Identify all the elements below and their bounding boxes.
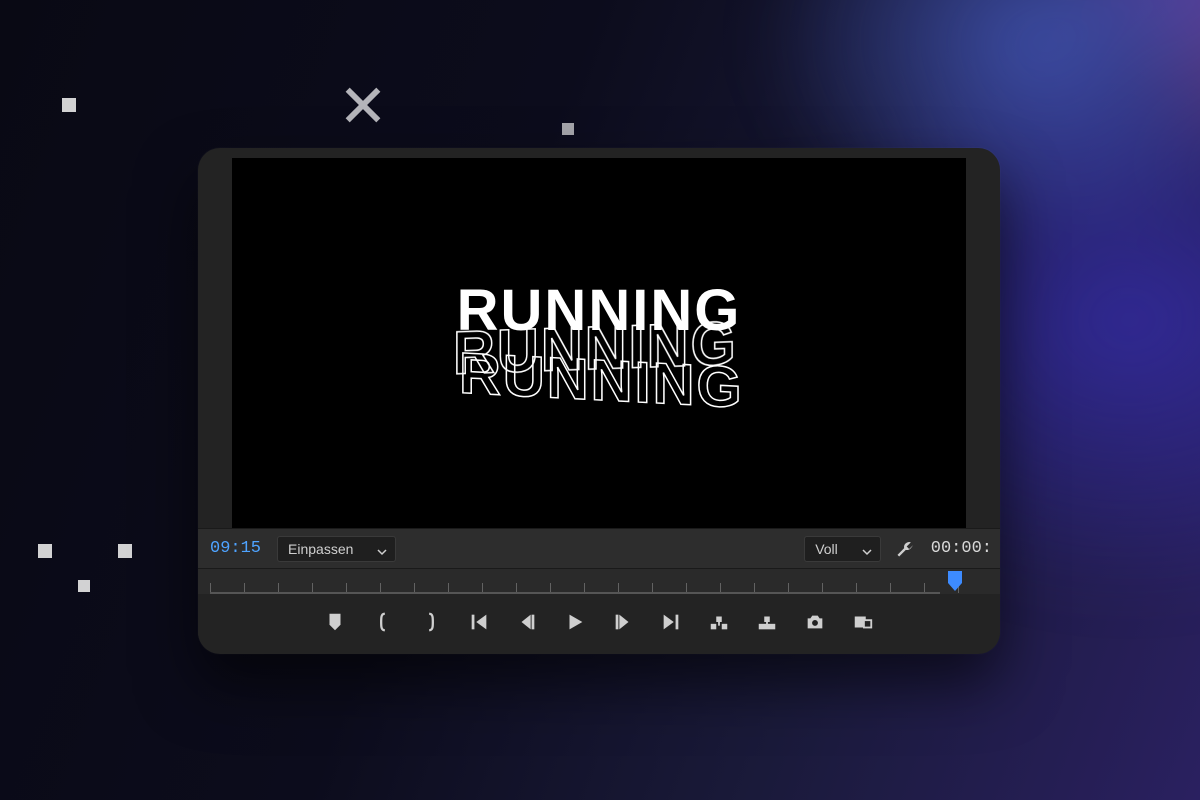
step-back-button[interactable] [516, 611, 538, 633]
chevron-down-icon [377, 544, 387, 554]
go-to-in-button[interactable] [468, 611, 490, 633]
close-icon [340, 82, 386, 128]
decorative-square [562, 123, 574, 135]
overwrite-button[interactable] [756, 611, 778, 633]
video-preview-viewport: RUNNING RUNNING RUNNING [232, 158, 966, 528]
monitor-control-bar: 09:15 Einpassen Voll 00:00: [198, 528, 1000, 568]
duration-timecode[interactable]: 00:00: [929, 539, 994, 558]
decorative-square [38, 544, 52, 558]
export-frame-button[interactable] [804, 611, 826, 633]
insert-button[interactable] [708, 611, 730, 633]
program-monitor-panel: RUNNING RUNNING RUNNING 09:15 Einpassen … [198, 148, 1000, 654]
mark-in-button[interactable] [372, 611, 394, 633]
step-forward-button[interactable] [612, 611, 634, 633]
resolution-label: Voll [815, 541, 838, 557]
preview-title-main: RUNNING [457, 282, 742, 340]
preview-title-outline: RUNNING [459, 351, 744, 412]
play-button[interactable] [564, 611, 586, 633]
current-timecode[interactable]: 09:15 [204, 539, 267, 558]
zoom-level-label: Einpassen [288, 541, 353, 557]
chevron-down-icon [862, 544, 872, 554]
ruler-scroll-track [210, 592, 940, 594]
go-to-out-button[interactable] [660, 611, 682, 633]
timeline-ruler[interactable] [198, 568, 1000, 594]
decorative-square [62, 98, 76, 112]
resolution-dropdown[interactable]: Voll [804, 536, 881, 562]
decorative-square [78, 580, 90, 592]
decorative-square [118, 544, 132, 558]
settings-wrench-icon[interactable] [891, 539, 919, 559]
comparison-view-button[interactable] [852, 611, 874, 633]
zoom-level-dropdown[interactable]: Einpassen [277, 536, 396, 562]
mark-out-button[interactable] [420, 611, 442, 633]
add-marker-button[interactable] [324, 611, 346, 633]
transport-controls [198, 594, 1000, 650]
